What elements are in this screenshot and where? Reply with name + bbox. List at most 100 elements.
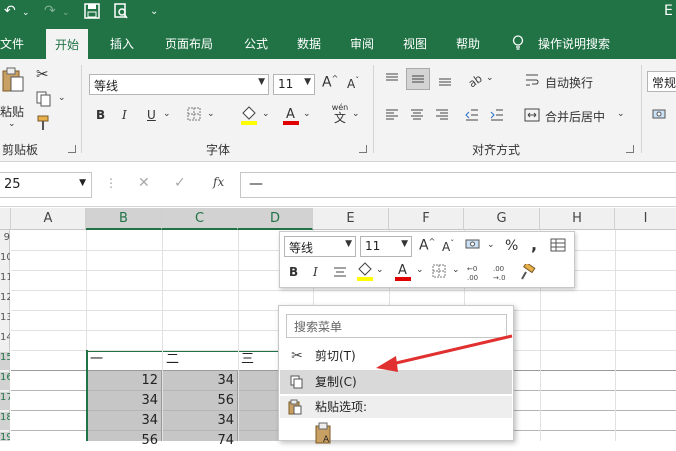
row-header[interactable]: 17 xyxy=(0,392,10,410)
column-header[interactable]: A xyxy=(11,208,86,230)
name-box-dropdown-icon[interactable]: ▼ xyxy=(79,178,86,188)
row-header[interactable]: 15 xyxy=(0,352,10,370)
fill-color-dropdown-icon[interactable]: ⌄ xyxy=(262,109,270,119)
underline-button[interactable]: U xyxy=(147,108,156,122)
mini-format-table-icon[interactable] xyxy=(550,237,566,256)
align-middle-icon[interactable] xyxy=(406,68,430,90)
paste-option-icon[interactable]: A xyxy=(313,422,335,445)
wrap-text-icon[interactable] xyxy=(524,72,540,91)
clipboard-launcher-icon[interactable] xyxy=(68,145,76,153)
column-header[interactable]: H xyxy=(540,208,615,230)
mini-comma-button[interactable]: , xyxy=(531,235,537,254)
select-all-corner[interactable] xyxy=(0,208,11,230)
tab-home[interactable]: 开始 xyxy=(46,29,89,59)
align-right-icon[interactable] xyxy=(434,107,450,126)
tab-page-layout[interactable]: 页面布局 xyxy=(165,35,213,52)
mini-format-painter-icon[interactable] xyxy=(520,261,538,283)
underline-dropdown-icon[interactable]: ⌄ xyxy=(163,109,171,119)
cell-c18[interactable]: 34 xyxy=(162,411,238,431)
row-header[interactable]: 9 xyxy=(0,232,10,248)
mini-bold-button[interactable]: B xyxy=(289,265,298,279)
tab-view[interactable]: 视图 xyxy=(403,35,427,52)
undo-dropdown-icon[interactable]: ⌄ xyxy=(22,8,30,18)
number-format-combo[interactable]: 常规 xyxy=(647,71,676,92)
print-preview-icon[interactable] xyxy=(113,3,129,23)
font-name-combo[interactable]: 等线 ▼ xyxy=(89,74,269,95)
formula-bar-splitter-icon[interactable]: ⋮ xyxy=(105,176,117,190)
row-header[interactable]: 19 xyxy=(0,432,10,441)
mini-font-name-combo[interactable]: 等线 ▼ xyxy=(284,236,356,257)
cell-b17[interactable]: 34 xyxy=(88,391,162,411)
mini-font-color-dropdown-icon[interactable]: ⌄ xyxy=(416,265,424,275)
align-top-icon[interactable] xyxy=(384,71,400,90)
paste-label[interactable]: 粘贴 xyxy=(0,103,24,120)
mini-align-center-icon[interactable] xyxy=(332,264,348,283)
font-size-combo[interactable]: 11 ▼ xyxy=(273,74,315,95)
cell-b19[interactable]: 56 xyxy=(88,431,162,451)
tab-data[interactable]: 数据 xyxy=(297,35,321,52)
phonetic-button[interactable]: wén 文 xyxy=(330,103,350,126)
increase-indent-icon[interactable] xyxy=(489,107,505,126)
copy-dropdown-icon[interactable]: ⌄ xyxy=(58,93,66,103)
mini-font-size-dropdown-icon[interactable]: ▼ xyxy=(401,239,408,249)
cut-icon[interactable]: ✂ xyxy=(36,65,49,83)
borders-dropdown-icon[interactable]: ⌄ xyxy=(207,109,215,119)
font-size-dropdown-icon[interactable]: ▼ xyxy=(304,77,311,87)
font-color-icon[interactable]: A xyxy=(282,105,300,128)
undo-icon[interactable]: ↶ xyxy=(4,3,16,19)
paste-dropdown-icon[interactable]: ⌄ xyxy=(8,119,16,129)
mini-shrink-font-icon[interactable]: Aˇ xyxy=(442,239,454,254)
mini-accounting-icon[interactable] xyxy=(465,237,483,256)
increase-decimal-icon[interactable]: ←0.00 xyxy=(467,264,489,285)
font-launcher-icon[interactable] xyxy=(359,145,367,153)
mini-font-size-combo[interactable]: 11 ▼ xyxy=(360,236,412,257)
mini-italic-button[interactable]: I xyxy=(313,265,318,279)
italic-button[interactable]: I xyxy=(122,108,127,122)
row-header[interactable]: 18 xyxy=(0,412,10,430)
cancel-icon[interactable]: ✕ xyxy=(138,175,150,191)
tab-formulas[interactable]: 公式 xyxy=(244,35,268,52)
column-header[interactable]: D xyxy=(238,208,313,230)
cell-c19[interactable]: 74 xyxy=(162,431,238,451)
merge-center-label[interactable]: 合并后居中 xyxy=(545,108,605,125)
fill-color-icon[interactable] xyxy=(240,105,258,128)
cell-c17[interactable]: 56 xyxy=(162,391,238,411)
row-header[interactable]: 16 xyxy=(0,372,10,390)
phonetic-dropdown-icon[interactable]: ⌄ xyxy=(352,109,360,119)
mini-font-name-dropdown-icon[interactable]: ▼ xyxy=(345,239,352,249)
mini-grow-font-icon[interactable]: A^ xyxy=(419,237,435,254)
tab-insert[interactable]: 插入 xyxy=(110,35,134,52)
tab-help[interactable]: 帮助 xyxy=(456,35,480,52)
column-header[interactable]: G xyxy=(464,208,540,230)
row-header[interactable]: 14 xyxy=(0,332,10,348)
align-bottom-icon[interactable] xyxy=(437,71,453,90)
tab-review[interactable]: 审阅 xyxy=(350,35,374,52)
row-header[interactable]: 13 xyxy=(0,312,10,328)
font-name-dropdown-icon[interactable]: ▼ xyxy=(258,77,265,87)
row-header[interactable]: 11 xyxy=(0,272,10,288)
copy-icon[interactable] xyxy=(36,91,52,110)
column-header[interactable]: B xyxy=(86,208,162,230)
cell-b16[interactable]: 12 xyxy=(88,371,162,391)
mini-borders-dropdown-icon[interactable]: ⌄ xyxy=(452,265,460,275)
borders-icon[interactable] xyxy=(187,107,201,124)
orientation-dropdown-icon[interactable]: ⌄ xyxy=(486,73,494,83)
cell-b18[interactable]: 34 xyxy=(88,411,162,431)
alignment-launcher-icon[interactable] xyxy=(626,145,634,153)
insert-function-icon[interactable]: fx xyxy=(213,175,224,189)
bold-button[interactable]: B xyxy=(96,108,105,122)
merge-dropdown-icon[interactable]: ⌄ xyxy=(617,109,625,119)
cell-b15[interactable]: 一 xyxy=(90,350,160,370)
formula-input[interactable]: — xyxy=(240,172,676,198)
column-header[interactable]: C xyxy=(162,208,238,230)
row-header[interactable]: 10 xyxy=(0,252,10,268)
shrink-font-button[interactable]: Aˇ xyxy=(347,76,359,91)
mini-percent-button[interactable]: % xyxy=(505,238,518,254)
column-header[interactable]: I xyxy=(615,208,676,230)
column-header[interactable]: E xyxy=(313,208,389,230)
save-icon[interactable] xyxy=(84,3,100,23)
grow-font-button[interactable]: A^ xyxy=(322,74,338,91)
format-painter-icon[interactable] xyxy=(36,115,54,134)
cell-c15[interactable]: 二 xyxy=(166,350,236,370)
cell-d15[interactable]: 三 xyxy=(241,350,281,370)
